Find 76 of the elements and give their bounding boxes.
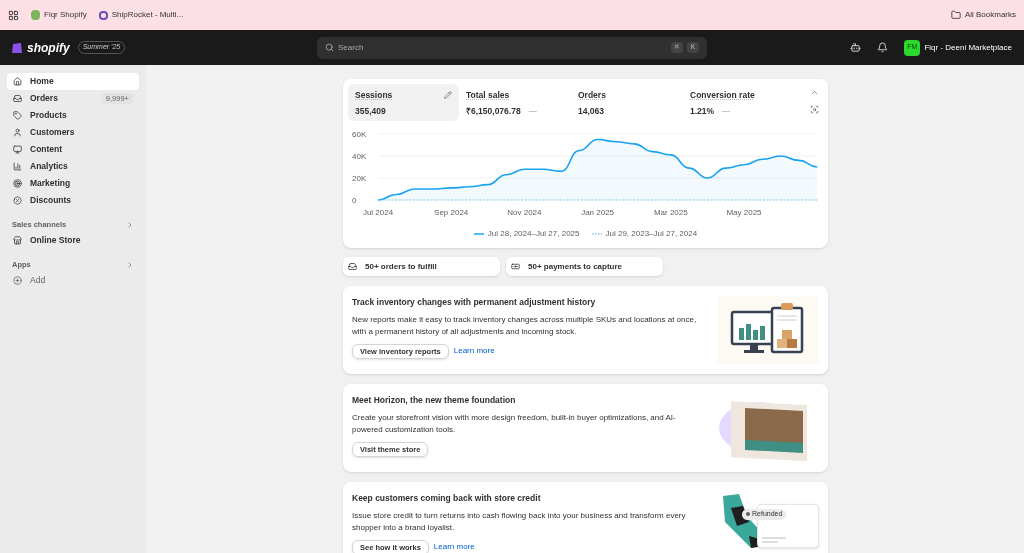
legend-line-icon: [591, 233, 602, 235]
apps-grid-icon[interactable]: [8, 9, 19, 21]
inbox-icon: [13, 94, 22, 103]
search-icon: [325, 43, 334, 52]
learn-more-link[interactable]: Learn more: [433, 541, 475, 553]
task-button[interactable]: 50+ payments to capture: [506, 257, 663, 276]
y-axis-label: 20K: [352, 174, 367, 183]
metric-value: 14,063: [578, 104, 604, 118]
banknote-icon: [511, 262, 520, 271]
notification-bell-icon[interactable]: [877, 42, 889, 53]
legend-label: Jul 29, 2023–Jul 27, 2024: [605, 228, 698, 240]
card-description: Issue store credit to turn returns into cash flowing back into your business and transform every shopper into a brand loyalist.: [352, 509, 687, 534]
brand-logo: shopify: [27, 39, 70, 57]
x-axis-label: Nov 2024: [507, 208, 542, 217]
card-description: Create your storefront vision with more design freedom, built-in buyer optimizations, and AI-powered customization tools.: [352, 411, 677, 436]
all-bookmarks-link[interactable]: All Bookmarks: [950, 9, 1016, 21]
card-title: Track inventory changes with permanent adjustment history: [352, 296, 597, 309]
metric-label: Orders: [578, 89, 606, 102]
bar-chart-icon: [13, 162, 22, 171]
metric-tab[interactable]: Total sales ₹6,150,076.78 —: [459, 84, 571, 121]
nav-item[interactable]: Home: [7, 73, 139, 90]
task-button[interactable]: 50+ orders to fulfill: [343, 257, 500, 276]
monitor-icon: [13, 145, 22, 154]
nav-item[interactable]: Customers: [7, 124, 139, 141]
metric-label: Conversion rate: [690, 89, 755, 102]
nav-item[interactable]: Online Store: [7, 232, 139, 249]
nav-item[interactable]: Content: [7, 141, 139, 158]
nav-item[interactable]: Products: [7, 107, 139, 124]
x-axis-label: Sep 2024: [434, 208, 469, 217]
metric-tab[interactable]: Sessions 355,409: [348, 84, 459, 121]
nav-item[interactable]: Marketing: [7, 175, 139, 192]
shopping-bag-logo-icon: [12, 41, 23, 54]
chevron-right-icon[interactable]: [126, 260, 134, 269]
metric-label: Sessions: [355, 89, 393, 102]
legend-line-icon: [473, 233, 484, 235]
store-icon: [13, 236, 22, 245]
metric-value: 1.21%: [690, 104, 715, 118]
y-axis-label: 40K: [352, 152, 367, 161]
learn-more-link[interactable]: Learn more: [453, 345, 495, 358]
search-input[interactable]: Search: [338, 41, 667, 54]
x-axis-label: Jan 2025: [581, 208, 615, 217]
metric-value: ₹6,150,076.78: [466, 104, 521, 118]
legend-label: Jul 28, 2024–Jul 27, 2025: [487, 228, 580, 240]
zoom-chart-icon[interactable]: [810, 105, 819, 114]
percent-badge-icon: [13, 196, 22, 205]
folder-icon: [950, 10, 961, 20]
nav-item[interactable]: Discounts: [7, 192, 139, 209]
shopping-bag-icon: [31, 10, 40, 20]
change-indicator: —: [528, 105, 537, 118]
y-axis-label: 60K: [352, 130, 367, 139]
assistant-icon[interactable]: [850, 42, 862, 53]
card-description: New reports make it easy to track inventory changes across multiple SKUs and locations at once, with a permanent history of all adjustments and incoming stock.: [352, 313, 697, 338]
card-title: Keep customers coming back with store credit: [352, 492, 542, 505]
y-axis-label: 0: [352, 196, 357, 205]
person-icon: [13, 128, 22, 137]
plus-circle-icon: [13, 276, 22, 285]
metric-label: Total sales: [466, 89, 510, 102]
tag-icon: [13, 111, 22, 120]
x-axis-label: May 2025: [726, 208, 762, 217]
metric-value: 355,409: [355, 104, 386, 118]
chevron-right-icon[interactable]: [126, 220, 134, 229]
metric-tab[interactable]: Conversion rate 1.21% —: [683, 84, 795, 121]
bookmark-link[interactable]: Fiqr Shopify: [31, 9, 87, 21]
change-indicator: —: [722, 105, 731, 118]
metric-tab[interactable]: Orders 14,063: [571, 84, 683, 121]
card-title: Meet Horizon, the new theme foundation: [352, 394, 517, 407]
collapse-icon[interactable]: [810, 88, 819, 97]
inbox-icon: [348, 262, 357, 271]
pencil-icon[interactable]: [444, 91, 452, 100]
x-axis-label: Jul 2024: [362, 208, 394, 217]
x-axis-label: Mar 2025: [653, 208, 688, 217]
bookmark-link[interactable]: ShipRocket - Multi...: [98, 9, 184, 21]
target-icon: [13, 179, 22, 188]
home-icon: [13, 77, 22, 86]
nav-item[interactable]: Add: [7, 272, 139, 289]
nav-item[interactable]: Analytics: [7, 158, 139, 175]
